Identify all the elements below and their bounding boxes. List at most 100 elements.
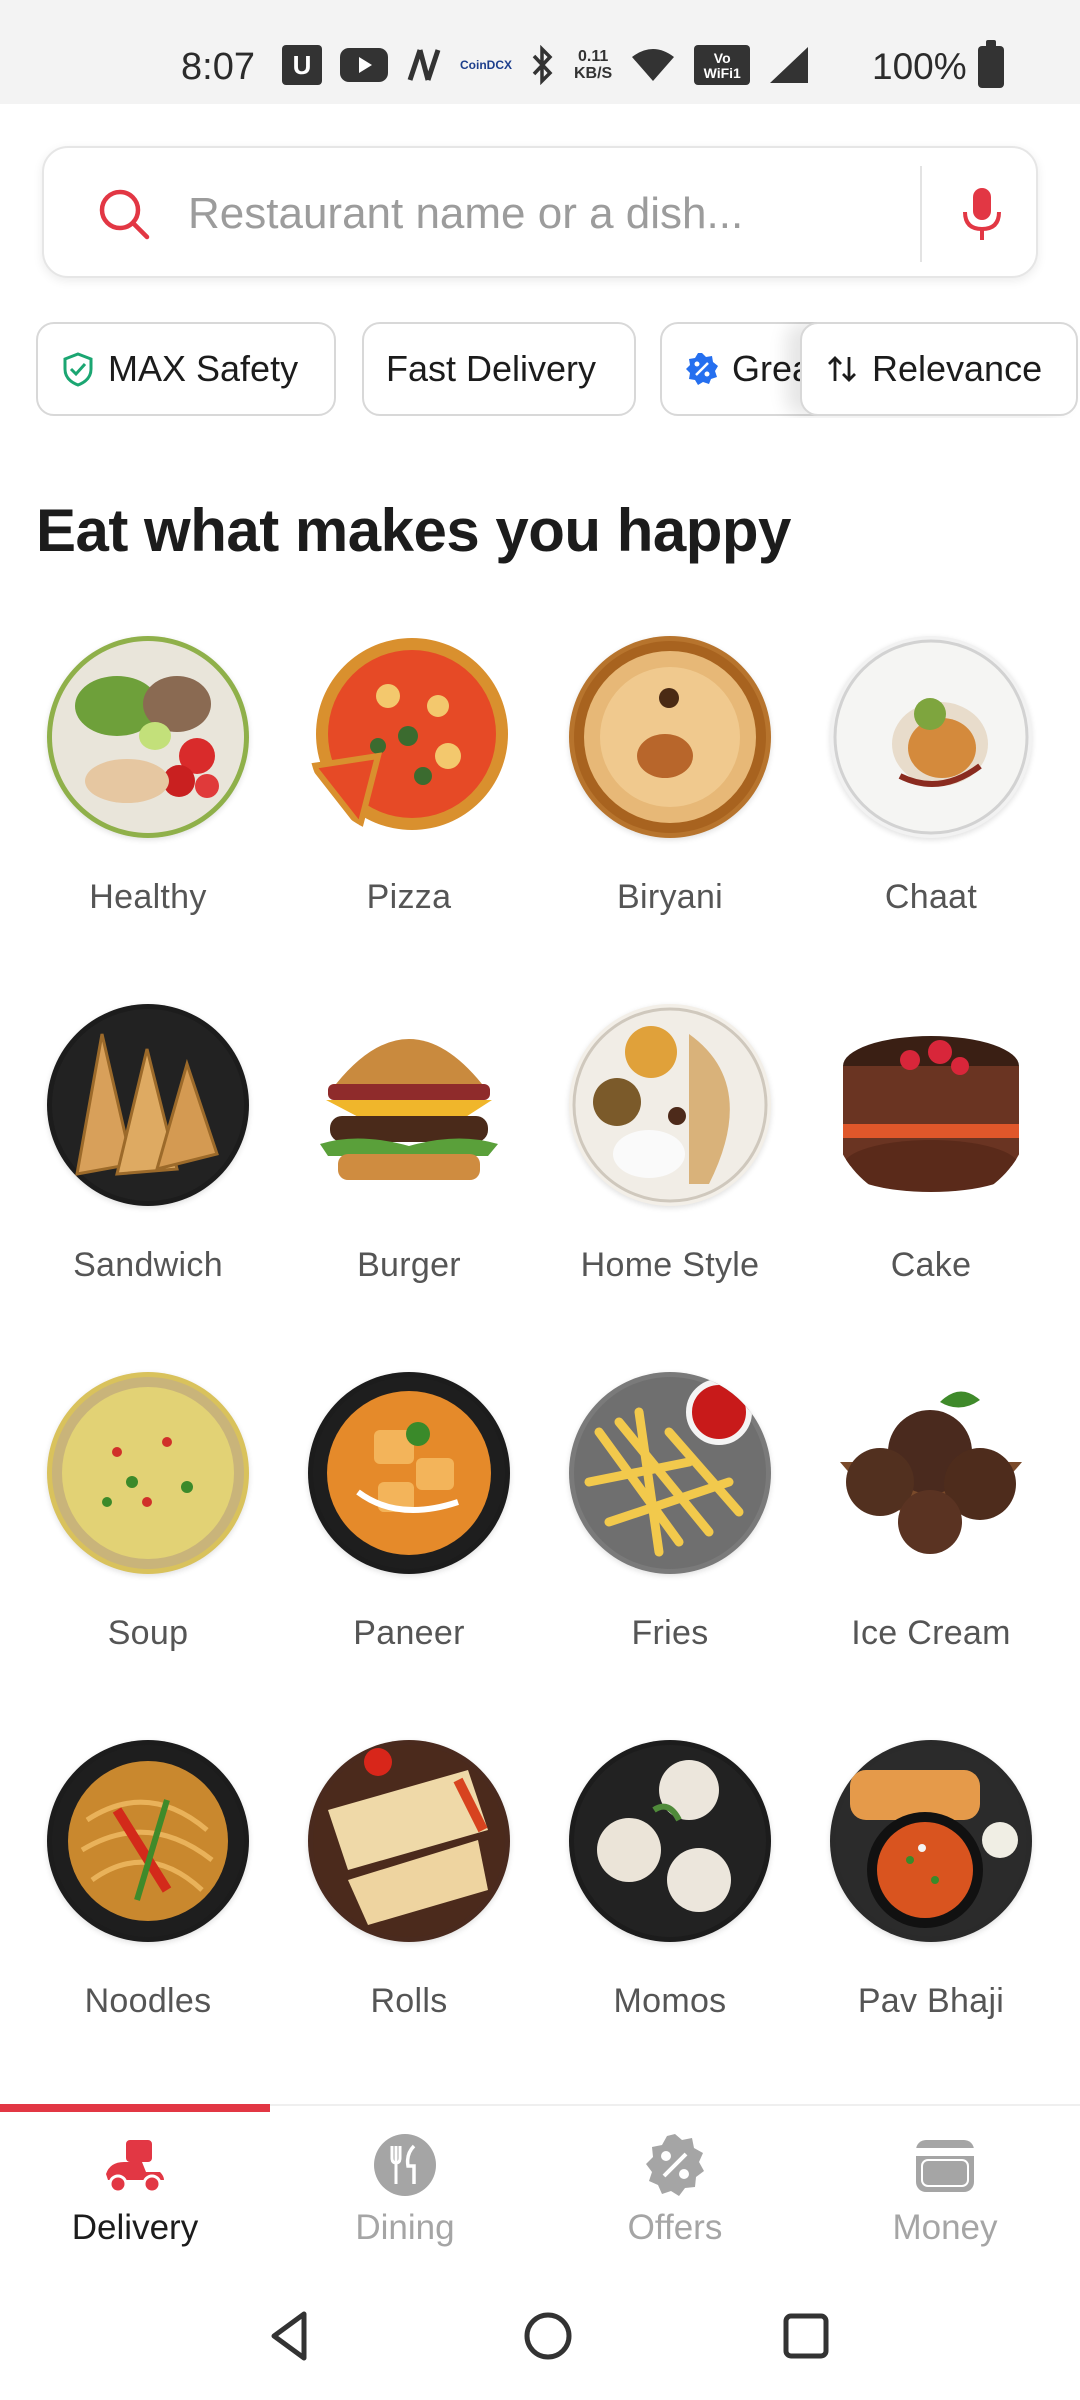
paneer-graphic xyxy=(313,1377,505,1569)
category-home-style[interactable]: Home Style xyxy=(539,1004,801,1304)
category-biryani[interactable]: Biryani xyxy=(539,636,801,936)
category-label: Burger xyxy=(357,1246,461,1284)
category-label: Home Style xyxy=(580,1246,760,1284)
momos-graphic xyxy=(574,1745,766,1937)
nav-label: Dining xyxy=(355,2208,455,2247)
category-soup[interactable]: Soup xyxy=(17,1372,279,1672)
category-label: Paneer xyxy=(353,1614,465,1652)
nav-delivery[interactable]: Delivery xyxy=(0,2106,270,2276)
filter-fast-delivery[interactable]: Fast Delivery xyxy=(362,322,636,416)
noodles-graphic xyxy=(52,1745,244,1937)
pizza-image xyxy=(308,636,510,838)
sort-label: Relevance xyxy=(872,348,1043,389)
network-speed: 0.11 KB/S xyxy=(574,48,612,82)
youtube-icon xyxy=(340,48,388,82)
wifi-icon xyxy=(632,49,675,81)
microphone-icon[interactable] xyxy=(950,182,1014,246)
category-rolls[interactable]: Rolls xyxy=(278,1740,540,2040)
shield-check-icon xyxy=(63,352,93,387)
nav-offers[interactable]: Offers xyxy=(540,2106,810,2276)
category-sandwich[interactable]: Sandwich xyxy=(17,1004,279,1304)
vowifi-icon: Vo WiFi1 xyxy=(694,45,751,85)
biryani-image xyxy=(569,636,771,838)
category-pizza[interactable]: Pizza xyxy=(278,636,540,936)
category-momos[interactable]: Momos xyxy=(539,1740,801,2040)
cake-image xyxy=(830,1004,1032,1206)
category-ice-cream[interactable]: Ice Cream xyxy=(800,1372,1062,1672)
category-burger[interactable]: Burger xyxy=(278,1004,540,1304)
nav-dining[interactable]: Dining xyxy=(270,2106,540,2276)
category-cake[interactable]: Cake xyxy=(800,1004,1062,1304)
fries-image xyxy=(569,1372,771,1574)
chaat-graphic xyxy=(833,639,1029,835)
category-label: Pav Bhaji xyxy=(857,1982,1005,2020)
nav-label: Money xyxy=(892,2208,998,2247)
bluetooth-icon xyxy=(532,45,553,85)
category-label: Sandwich xyxy=(73,1246,223,1284)
category-paneer[interactable]: Paneer xyxy=(278,1372,540,1672)
bottom-navigation: Delivery Dining Offers Money xyxy=(0,2104,1080,2274)
back-icon[interactable] xyxy=(260,2306,320,2366)
sandwich-graphic xyxy=(52,1009,244,1201)
offers-percent-icon xyxy=(646,2134,704,2196)
category-label: Chaat xyxy=(884,878,978,916)
sandwich-image xyxy=(47,1004,249,1206)
filter-label: Fast Delivery xyxy=(386,348,597,389)
rolls-image xyxy=(308,1740,510,1942)
category-label: Soup xyxy=(107,1614,189,1652)
category-fries[interactable]: Fries xyxy=(539,1372,801,1672)
nav-money[interactable]: Money xyxy=(810,2106,1080,2276)
pav-bhaji-image xyxy=(830,1740,1032,1942)
status-bar: 8:07 U CoinDCX 0.11 KB/S Vo WiFi1 100% xyxy=(0,0,1080,104)
filter-max-safety[interactable]: MAX Safety xyxy=(36,322,336,416)
category-label: Healthy xyxy=(89,878,207,916)
category-label: Momos xyxy=(613,1982,727,2020)
status-icons: U CoinDCX 0.11 KB/S Vo WiFi1 xyxy=(282,42,810,88)
search-icon xyxy=(99,189,150,240)
ice-cream-graphic xyxy=(840,1391,1022,1554)
coindcx-icon: CoinDCX xyxy=(460,58,512,72)
search-input[interactable] xyxy=(188,174,928,254)
rolls-graphic xyxy=(313,1745,505,1937)
category-label: Pizza xyxy=(366,878,452,916)
home-icon[interactable] xyxy=(518,2306,578,2366)
u-icon: U xyxy=(282,45,322,85)
paneer-image xyxy=(308,1372,510,1574)
discount-badge-icon xyxy=(686,353,718,385)
sort-relevance-button[interactable]: Relevance xyxy=(800,322,1078,416)
pav-bhaji-graphic xyxy=(835,1745,1027,1937)
vowifi-line2: WiFi1 xyxy=(703,65,741,81)
search-bar[interactable] xyxy=(42,146,1038,278)
sort-arrows-icon xyxy=(828,356,856,382)
category-noodles[interactable]: Noodles xyxy=(17,1740,279,2040)
section-title: Eat what makes you happy xyxy=(36,497,791,564)
recents-icon[interactable] xyxy=(776,2306,836,2366)
battery-icon xyxy=(978,40,1004,88)
category-label: Biryani xyxy=(616,878,724,916)
ice-cream-image xyxy=(830,1372,1032,1574)
soup-graphic xyxy=(52,1377,244,1569)
cake-graphic xyxy=(843,1036,1019,1192)
biryani-graphic xyxy=(574,641,766,833)
category-chaat[interactable]: Chaat xyxy=(800,636,1062,936)
fries-graphic xyxy=(574,1377,766,1569)
battery-percent: 100% xyxy=(872,46,967,87)
nav-label: Delivery xyxy=(71,2208,199,2247)
pizza-graphic xyxy=(308,638,508,833)
category-pav-bhaji[interactable]: Pav Bhaji xyxy=(800,1740,1062,2040)
filter-label: MAX Safety xyxy=(108,348,299,389)
home-style-image xyxy=(569,1004,771,1206)
signal-icon xyxy=(770,47,809,83)
burger-graphic xyxy=(320,1039,498,1180)
category-healthy[interactable]: Healthy xyxy=(17,636,279,936)
category-label: Ice Cream xyxy=(851,1614,1011,1652)
soup-image xyxy=(47,1372,249,1574)
category-label: Cake xyxy=(890,1246,972,1284)
delivery-scooter-icon xyxy=(106,2140,164,2194)
wallet-icon xyxy=(916,2140,974,2192)
network-speed-value: 0.11 xyxy=(577,48,609,65)
chaat-image xyxy=(830,636,1032,838)
status-time: 8:07 xyxy=(181,46,255,88)
vowifi-line1: Vo xyxy=(713,50,731,66)
healthy-food-graphic xyxy=(52,641,244,833)
